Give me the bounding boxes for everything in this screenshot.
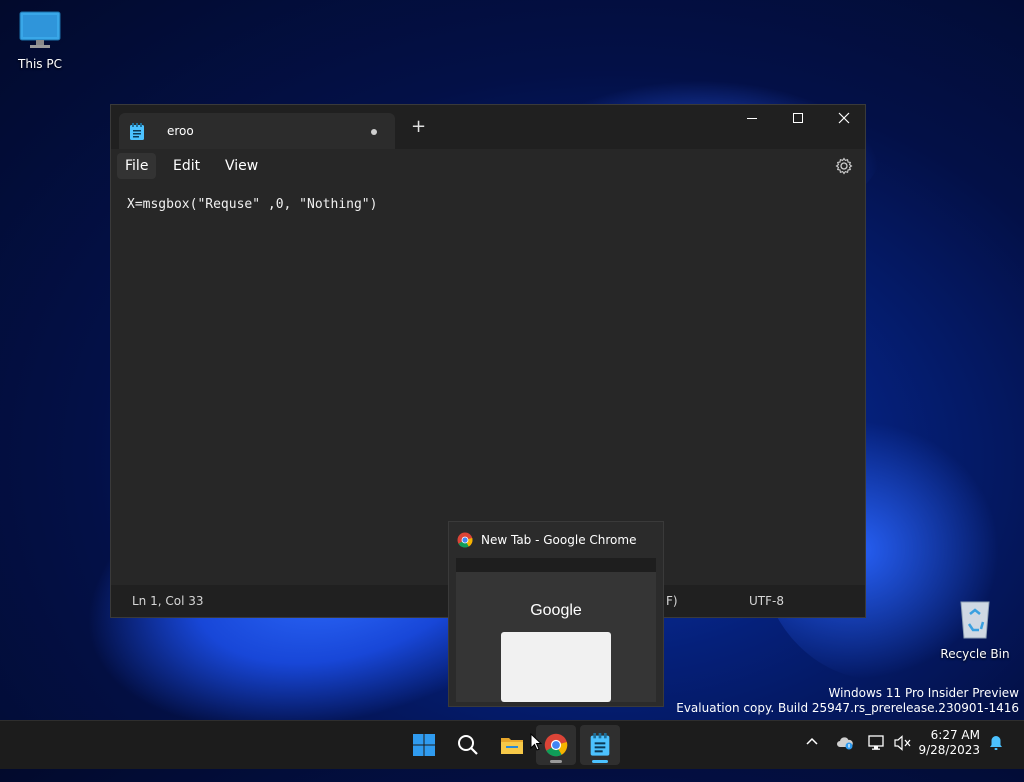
cursor-position[interactable]: Ln 1, Col 33 — [132, 594, 204, 608]
start-button[interactable] — [404, 725, 444, 765]
editor-content[interactable]: X=msgbox("Requse" ,0, "Nothing") — [127, 197, 377, 212]
windows-start-icon — [413, 734, 435, 756]
desktop-icon-recycle-bin[interactable]: Recycle Bin — [935, 596, 1015, 661]
minimize-button[interactable] — [729, 105, 775, 135]
notepad-icon — [590, 733, 610, 756]
minimize-icon — [747, 118, 757, 119]
chevron-up-icon[interactable] — [805, 735, 819, 749]
recycle-bin-icon — [960, 601, 990, 639]
onedrive-icon[interactable] — [836, 735, 854, 751]
new-tab-button[interactable]: + — [411, 117, 426, 137]
chrome-icon — [457, 532, 473, 548]
notepad-taskbar-button[interactable] — [580, 725, 620, 765]
folder-icon — [501, 738, 523, 754]
chrome-taskbar-preview[interactable]: New Tab - Google Chrome Google — [448, 521, 664, 707]
close-icon — [838, 112, 850, 124]
taskbar: 6:27 AM 9/28/2023 — [0, 720, 1024, 769]
monitor-icon — [19, 11, 61, 48]
line-ending[interactable]: F) — [666, 594, 678, 608]
volume-muted-icon[interactable] — [894, 735, 912, 751]
preview-title: New Tab - Google Chrome — [481, 533, 637, 547]
menu-view[interactable]: View — [217, 153, 266, 179]
menu-edit[interactable]: Edit — [165, 153, 208, 179]
search-button[interactable] — [448, 725, 488, 765]
settings-gear-icon[interactable] — [835, 157, 853, 175]
menu-file[interactable]: File — [117, 153, 157, 179]
search-icon — [458, 735, 478, 755]
unsaved-indicator[interactable] — [371, 129, 377, 135]
preview-card — [501, 632, 611, 702]
title-bar[interactable]: eroo + — [111, 105, 865, 149]
running-indicator — [550, 760, 562, 763]
clock-time: 6:27 AM — [930, 728, 980, 742]
clock[interactable]: 6:27 AM 9/28/2023 — [918, 728, 980, 758]
maximize-button[interactable] — [775, 105, 821, 135]
chrome-taskbar-button[interactable] — [536, 725, 576, 765]
desktop-icon-label: Recycle Bin — [940, 647, 1010, 661]
desktop-icon-this-pc[interactable]: This PC — [0, 10, 80, 71]
maximize-icon — [793, 113, 803, 123]
watermark-line-2: Evaluation copy. Build 25947.rs_prerelea… — [676, 701, 1019, 715]
preview-thumbnail[interactable]: Google — [456, 558, 656, 702]
menu-bar: File Edit View — [111, 149, 865, 183]
active-indicator — [592, 760, 608, 763]
tab-title: eroo — [167, 124, 194, 138]
notification-bell-icon[interactable] — [988, 735, 1004, 751]
mouse-cursor-icon — [530, 733, 542, 751]
windows-watermark: Windows 11 Pro Insider Preview Evaluatio… — [676, 686, 1019, 716]
google-logo: Google — [530, 602, 582, 619]
encoding[interactable]: UTF-8 — [749, 594, 784, 608]
network-icon[interactable] — [868, 735, 886, 751]
file-explorer-button[interactable] — [492, 725, 532, 765]
chrome-icon — [544, 733, 568, 757]
notepad-icon — [130, 123, 144, 140]
clock-date: 9/28/2023 — [918, 743, 980, 757]
watermark-line-1: Windows 11 Pro Insider Preview — [828, 686, 1019, 700]
desktop-icon-label: This PC — [18, 57, 62, 71]
tab-eroo[interactable]: eroo — [119, 113, 395, 149]
close-button[interactable] — [821, 105, 867, 135]
